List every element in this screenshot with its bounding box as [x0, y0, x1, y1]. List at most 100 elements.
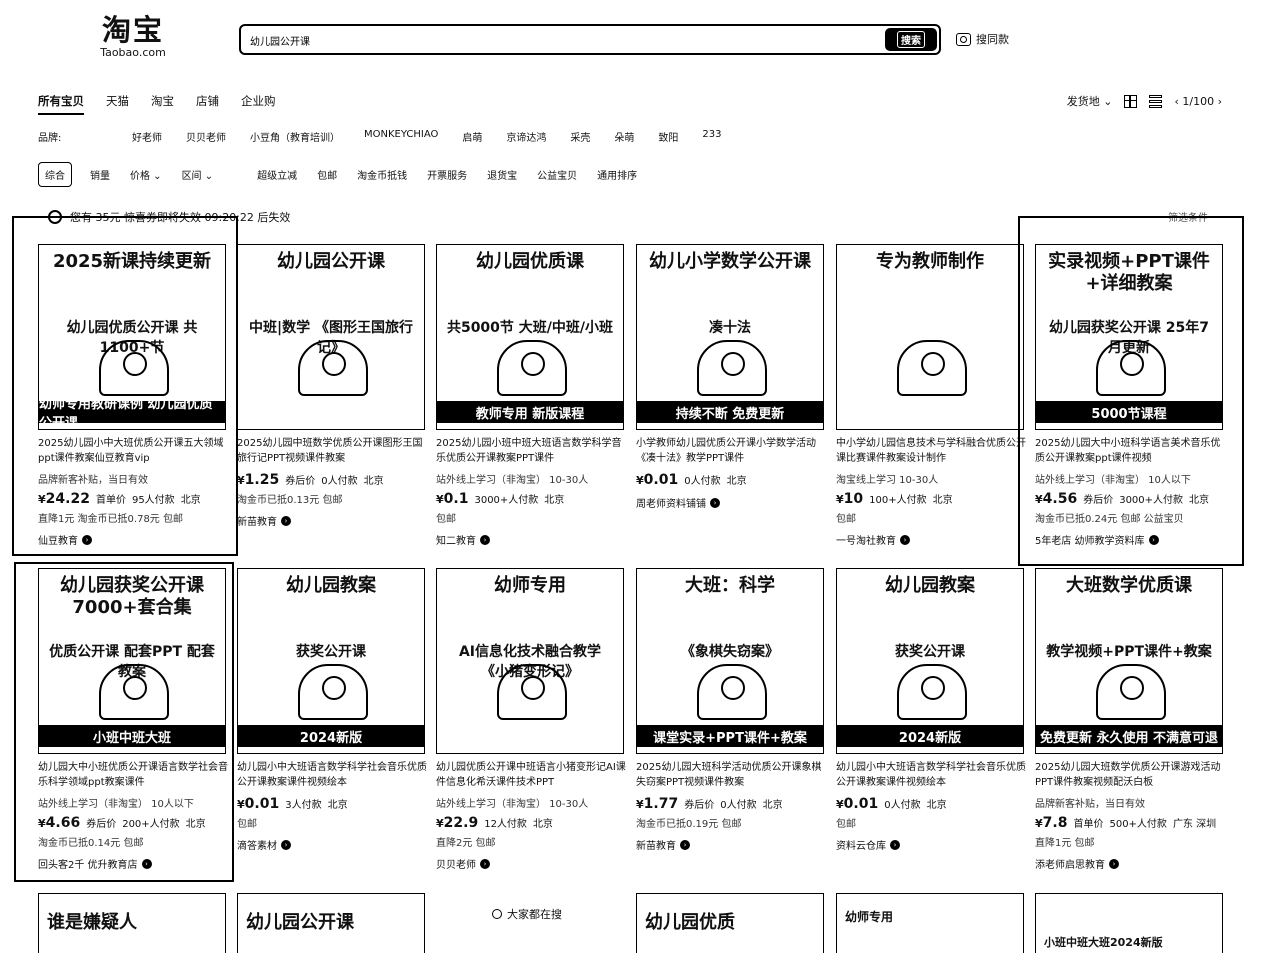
ship-from-dropdown[interactable]: 发货地 ⌄ — [1067, 93, 1113, 109]
product-card-partial[interactable]: 幼儿园公开课 — [237, 893, 425, 953]
price-row: ¥0.01 3人付款 北京 — [237, 796, 427, 812]
product-title[interactable]: 幼儿园小中大班语言数学科学社会音乐优质公开课教案课件视频绘本 — [836, 760, 1026, 791]
product-card[interactable]: 幼儿园教案 获奖公开课 2024新版幼儿园小中大班语言数学科学社会音乐优质公开课教案… — [836, 568, 1026, 852]
product-thumbnail[interactable]: 幼儿小学数学公开课 凑十法 持续不断 免费更新 — [636, 244, 824, 430]
filter-charity[interactable]: 公益宝贝 — [537, 167, 577, 182]
shop-link[interactable]: 资料云仓库 › — [836, 837, 1026, 852]
shop-link[interactable]: 新苗教育 › — [237, 513, 427, 528]
shop-link[interactable]: 滴答素材 › — [237, 837, 427, 852]
tab-enterprise[interactable]: 企业购 — [241, 93, 276, 115]
product-thumbnail[interactable]: 大班数学优质课 教学视频+PPT课件+教案 免费更新 永久使用 不满意可退 — [1035, 568, 1223, 754]
product-thumbnail[interactable]: 幼儿园教案 获奖公开课 2024新版 — [836, 568, 1024, 754]
product-thumbnail[interactable]: 幼儿园公开课 中班|数学 《图形王国旅行记》 — [237, 244, 425, 430]
filter-conditions-link[interactable]: 筛选条件 — [1168, 209, 1208, 224]
shop-link[interactable]: 周老师资料铺铺 › — [636, 495, 826, 510]
product-card[interactable]: 幼儿园优质课 共5000节 大班/中班/小班 教师专用 新版课程 2025幼儿园小班中… — [436, 244, 626, 547]
product-title[interactable]: 2025幼儿园大班数学优质公开课游戏活动PPT课件教案视频配沃白板 — [1035, 760, 1225, 791]
product-meta: 品牌新客补贴，当日有效 — [38, 475, 148, 486]
product-card[interactable]: 大班数学优质课 教学视频+PPT课件+教案 免费更新 永久使用 不满意可退 2025幼… — [1035, 568, 1225, 871]
product-thumbnail[interactable]: 幼儿园优质课 共5000节 大班/中班/小班 教师专用 新版课程 — [436, 244, 624, 430]
shop-link[interactable]: 添老师启思教育 › — [1035, 856, 1225, 871]
filter-general-sort[interactable]: 通用排序 — [597, 167, 637, 182]
filter-super-discount[interactable]: 超级立减 — [257, 167, 297, 182]
brand-item[interactable]: 贝贝老师 — [186, 129, 226, 144]
product-thumbnail[interactable]: 实录视频+PPT课件+详细教案 幼儿园获奖公开课 25年7月更新 5000节课程 — [1035, 244, 1223, 430]
product-card-partial[interactable]: 谁是嫌疑人 — [38, 893, 226, 953]
illustration-icon — [99, 340, 169, 396]
filter-coin-deduct[interactable]: 淘金币抵钱 — [357, 167, 407, 182]
product-title[interactable]: 中小学幼儿园信息技术与学科融合优质公开课比赛课件教案设计制作 — [836, 436, 1026, 467]
product-thumbnail[interactable]: 幼儿园获奖公开课 7000+套合集 优质公开课 配套PPT 配套教案 小班中班大班 — [38, 568, 226, 754]
tab-tmall[interactable]: 天猫 — [106, 93, 129, 115]
product-card[interactable]: 专为教师制作 中小学幼儿园信息技术与学科融合优质公开课比赛课件教案设计制作 淘宝线上… — [836, 244, 1026, 547]
price-note: 券后价 — [684, 800, 715, 811]
next-page-icon[interactable]: › — [1218, 95, 1222, 108]
brand-item[interactable]: MONKEYCHIAO — [364, 129, 438, 144]
product-title[interactable]: 幼儿园优质公开课中班语言小猪变形记AI课件信息化希沃课件技术PPT — [436, 760, 626, 791]
sales-count: 0人付款 — [720, 800, 757, 811]
product-card-partial[interactable]: 幼师专用 — [836, 893, 1024, 953]
brand-item[interactable]: 启萌 — [462, 129, 482, 144]
shop-link[interactable]: 新苗教育 › — [636, 837, 826, 852]
product-card[interactable]: 幼儿园教案 获奖公开课 2024新版幼儿园小中大班语言数学科学社会音乐优质公开课教案… — [237, 568, 427, 852]
product-thumbnail[interactable]: 幼儿园教案 获奖公开课 2024新版 — [237, 568, 425, 754]
brand-item[interactable]: 京谛达鸿 — [506, 129, 546, 144]
product-thumbnail[interactable]: 幼师专用 AI信息化技术融合教学 《小猪变形记》 — [436, 568, 624, 754]
product-title[interactable]: 2025幼儿园小班中班大班语言数学科学音乐优质公开课教案PPT课件 — [436, 436, 626, 467]
brand-item[interactable]: 好老师 — [132, 129, 162, 144]
search-input[interactable] — [250, 32, 850, 48]
brand-item[interactable]: 朵萌 — [614, 129, 634, 144]
shop-link[interactable]: 回头客2千 优升教育店 › — [38, 856, 228, 871]
tab-all[interactable]: 所有宝贝 — [38, 93, 84, 115]
product-title[interactable]: 2025幼儿园大班科学活动优质公开课象棋失窃案PPT视频课件教案 — [636, 760, 826, 791]
tab-shops[interactable]: 店铺 — [196, 93, 219, 115]
shop-link[interactable]: 仙豆教育 › — [38, 532, 228, 547]
product-title[interactable]: 幼儿园大中小班优质公开课语言数学社会音乐科学领域ppt教案课件 — [38, 760, 228, 791]
product-card[interactable]: 幼儿园公开课 中班|数学 《图形王国旅行记》 2025幼儿园中班数学优质公开课图形王… — [237, 244, 427, 528]
product-card[interactable]: 2025新课持续更新 幼儿园优质公开课 共1100+节 幼师专用教研课例 幼儿园优质… — [38, 244, 228, 547]
brand-item[interactable]: 233 — [702, 129, 721, 144]
chevron-right-icon: › — [480, 858, 490, 869]
sort-comprehensive[interactable]: 综合 — [38, 162, 72, 187]
product-title[interactable]: 小学教师幼儿园优质公开课小学数学活动《凑十法》教学PPT课件 — [636, 436, 826, 467]
filter-free-shipping[interactable]: 包邮 — [317, 167, 337, 182]
shop-link[interactable]: 一号淘社教育 › — [836, 532, 1026, 547]
illustration-icon — [298, 664, 368, 720]
brand-item[interactable]: 致阳 — [658, 129, 678, 144]
product-card-partial[interactable]: 小班中班大班2024新版 — [1035, 893, 1223, 953]
list-view-icon[interactable] — [1149, 94, 1163, 108]
sort-range[interactable]: 区间 ⌄ — [182, 167, 214, 182]
tab-taobao[interactable]: 淘宝 — [151, 93, 174, 115]
taobao-logo[interactable]: 淘宝 Taobao.com — [92, 14, 174, 62]
product-title[interactable]: 2025幼儿园大中小班科学语言美术音乐优质公开课教案ppt课件视频 — [1035, 436, 1225, 467]
product-title[interactable]: 幼儿园小中大班语言数学科学社会音乐优质公开课教案课件视频绘本 — [237, 760, 427, 791]
product-card[interactable]: 大班：科学 《象棋失窃案》 课堂实录+PPT课件+教案 2025幼儿园大班科学活动优质… — [636, 568, 826, 852]
illustration-icon — [497, 340, 567, 396]
chevron-right-icon: › — [680, 839, 690, 850]
product-card[interactable]: 幼儿小学数学公开课 凑十法 持续不断 免费更新小学教师幼儿园优质公开课小学数学活动《… — [636, 244, 826, 510]
filter-return-insurance[interactable]: 退货宝 — [487, 167, 517, 182]
prev-page-icon[interactable]: ‹ — [1174, 95, 1178, 108]
product-card[interactable]: 幼师专用 AI信息化技术融合教学 《小猪变形记》幼儿园优质公开课中班语言小猪变形记… — [436, 568, 626, 871]
brand-item[interactable]: 采壳 — [570, 129, 590, 144]
image-search-button[interactable]: 搜同款 — [956, 31, 1009, 47]
product-card-partial[interactable]: 幼儿园优质 — [636, 893, 824, 953]
search-button[interactable]: 搜索 — [885, 28, 937, 51]
sort-sales[interactable]: 销量 — [90, 167, 110, 182]
shop-link[interactable]: 贝贝老师 › — [436, 856, 626, 871]
shop-link[interactable]: 知二教育 › — [436, 532, 626, 547]
product-card[interactable]: 幼儿园获奖公开课 7000+套合集 优质公开课 配套PPT 配套教案 小班中班大班幼… — [38, 568, 228, 871]
product-meta: 品牌新客补贴，当日有效 — [1035, 799, 1145, 810]
product-thumbnail[interactable]: 大班：科学 《象棋失窃案》 课堂实录+PPT课件+教案 — [636, 568, 824, 754]
product-thumbnail[interactable]: 专为教师制作 — [836, 244, 1024, 430]
filter-invoice[interactable]: 开票服务 — [427, 167, 467, 182]
product-thumbnail[interactable]: 2025新课持续更新 幼儿园优质公开课 共1100+节 幼师专用教研课例 幼儿园优质… — [38, 244, 226, 430]
product-meta: 站外线上学习（非淘宝） 10人以下 — [1035, 475, 1191, 486]
product-title[interactable]: 2025幼儿园中班数学优质公开课图形王国旅行记PPT视频课件教案 — [237, 436, 427, 467]
brand-item[interactable]: 小豆角（教育培训） — [250, 129, 340, 144]
sort-price[interactable]: 价格 ⌄ — [130, 167, 162, 182]
product-card[interactable]: 实录视频+PPT课件+详细教案 幼儿园获奖公开课 25年7月更新 5000节课程 20… — [1035, 244, 1225, 547]
shop-link[interactable]: 5年老店 幼师教学资料库 › — [1035, 532, 1225, 547]
grid-view-icon[interactable] — [1124, 94, 1138, 108]
product-title[interactable]: 2025幼儿园小中大班优质公开课五大领域ppt课件教案仙豆教育vip — [38, 436, 228, 467]
